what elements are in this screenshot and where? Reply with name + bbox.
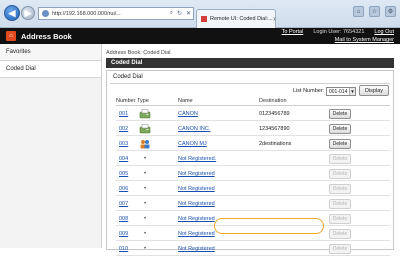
to-portal-link[interactable]: To Portal [282, 29, 304, 35]
entry-name-link[interactable]: Not Registered. [178, 156, 216, 162]
row-number-link[interactable]: 010 [119, 246, 128, 252]
row-number-link[interactable]: 003 [119, 141, 128, 147]
browser-tab[interactable]: Remote UI: Coded Dial:... ✕ [196, 9, 276, 28]
destination-value: 0123456789 [259, 111, 290, 117]
entry-name-link[interactable]: CANON INC. [178, 126, 210, 132]
table-row: 003 CANON MJ 2destinations Delete [116, 137, 390, 151]
bullet-icon: • [143, 201, 147, 207]
bullet-icon: • [143, 231, 147, 237]
group-icon [139, 139, 151, 149]
home-icon[interactable]: ⌂ [353, 6, 364, 17]
bullet-icon: • [143, 216, 147, 222]
favicon-icon [201, 16, 207, 22]
back-arrow-icon[interactable]: ◀ [4, 5, 20, 21]
favorites-star-icon[interactable]: ☆ [369, 6, 380, 17]
sidebar: Favorites Coded Dial [0, 44, 102, 248]
entry-name-link[interactable]: Not Registered [178, 246, 215, 252]
delete-button[interactable]: Delete [329, 244, 351, 254]
table-row: 010 • Not Registered Delete [116, 242, 390, 256]
delete-button[interactable]: Delete [329, 109, 351, 119]
list-number-value: 001-014 [329, 88, 348, 95]
close-icon[interactable]: ✕ [186, 10, 191, 17]
app-header: ⌂ Address Book To Portal Login User: 765… [0, 28, 400, 44]
sidebar-item-favorites[interactable]: Favorites [0, 44, 101, 61]
table-row: 007 • Not Registered Delete [116, 197, 390, 211]
gear-icon[interactable]: ⚙ [385, 6, 396, 17]
table-row: 005 • Not Registered Delete [116, 167, 390, 181]
table-row: 001 CANON 0123456789 Delete [116, 107, 390, 121]
entry-name-link[interactable]: Not Registered [178, 216, 215, 222]
mail-to-system-manager-link[interactable]: Mail to System Manager [335, 37, 394, 43]
tab-close-icon[interactable]: ✕ [273, 16, 275, 23]
bullet-icon: • [143, 171, 147, 177]
row-number-link[interactable]: 009 [119, 231, 128, 237]
log-out-link[interactable]: Log Out [374, 29, 394, 35]
delete-button[interactable]: Delete [329, 184, 351, 194]
column-header-name: Name [178, 98, 193, 104]
entry-name-link[interactable]: Not Registered [178, 201, 215, 207]
delete-button[interactable]: Delete [329, 154, 351, 164]
destination-value: 2destinations [259, 141, 292, 147]
tab-title: Remote UI: Coded Dial:... [210, 16, 273, 22]
row-number-link[interactable]: 005 [119, 171, 128, 177]
browser-chrome: ◀ ▶ http://192.168.000.000/rui/... ⌕ ↻ ✕… [0, 0, 400, 28]
entry-name-link[interactable]: CANON [178, 111, 198, 117]
address-book-logo-icon: ⌂ [6, 31, 16, 41]
url-text: http://192.168.000.000/rui/... [52, 10, 121, 17]
delete-button[interactable]: Delete [329, 139, 351, 149]
bullet-icon: • [143, 186, 147, 192]
page-title: Address Book [21, 31, 72, 41]
login-user-text: Login User: 7654321 [313, 29, 365, 35]
coded-dial-panel: Coded Dial List Number: 001-014 ▼ Displa… [106, 70, 394, 256]
table-row: 009 • Not Registered Delete [116, 227, 390, 241]
display-button[interactable]: Display [359, 85, 389, 96]
table-row: 004 • Not Registered. Delete [116, 152, 390, 166]
row-number-link[interactable]: 006 [119, 186, 128, 192]
row-number-link[interactable]: 001 [119, 111, 128, 117]
entry-name-link[interactable]: Not Registered [178, 231, 215, 237]
table-row: 006 • Not Registered Delete [116, 182, 390, 196]
fax-icon [139, 124, 151, 134]
forward-arrow-icon[interactable]: ▶ [21, 6, 35, 20]
entry-name-link[interactable]: Not Registered [178, 171, 215, 177]
entry-name-link[interactable]: CANON MJ [178, 141, 207, 147]
delete-button[interactable]: Delete [329, 214, 351, 224]
refresh-icon[interactable]: ↻ [177, 10, 182, 17]
table-row: 008 • Not Registered Delete [116, 212, 390, 226]
row-number-link[interactable]: 007 [119, 201, 128, 207]
delete-button[interactable]: Delete [329, 229, 351, 239]
address-bar[interactable]: http://192.168.000.000/rui/... ⌕ ↻ ✕ [38, 7, 194, 20]
table-row: 002 CANON INC. 1234567890 Delete [116, 122, 390, 136]
section-title: Coded Dial [106, 58, 394, 68]
fax-icon [139, 109, 151, 119]
chevron-down-icon[interactable]: ▼ [349, 88, 355, 95]
list-number-label: List Number: [293, 88, 325, 94]
divider [110, 83, 390, 84]
delete-button[interactable]: Delete [329, 199, 351, 209]
delete-button[interactable]: Delete [329, 124, 351, 134]
column-header-number: Number [116, 98, 136, 104]
column-header-type: Type [137, 98, 149, 104]
entry-name-link[interactable]: Not Registered [178, 186, 215, 192]
destination-value: 1234567890 [259, 126, 290, 132]
row-number-link[interactable]: 004 [119, 156, 128, 162]
sidebar-item-coded-dial[interactable]: Coded Dial [0, 61, 101, 78]
column-header-destination: Destination [259, 98, 287, 104]
bullet-icon: • [143, 156, 147, 162]
search-icon[interactable]: ⌕ [170, 10, 173, 17]
list-number-select[interactable]: 001-014 ▼ [326, 87, 356, 96]
globe-icon [42, 10, 49, 17]
breadcrumb: Address Book: Coded Dial [106, 50, 171, 56]
panel-title: Coded Dial [113, 74, 143, 80]
divider [116, 105, 390, 106]
delete-button[interactable]: Delete [329, 169, 351, 179]
main-content: Address Book: Coded Dial Coded Dial Code… [103, 44, 400, 256]
row-number-link[interactable]: 002 [119, 126, 128, 132]
bullet-icon: • [143, 246, 147, 252]
row-number-link[interactable]: 008 [119, 216, 128, 222]
